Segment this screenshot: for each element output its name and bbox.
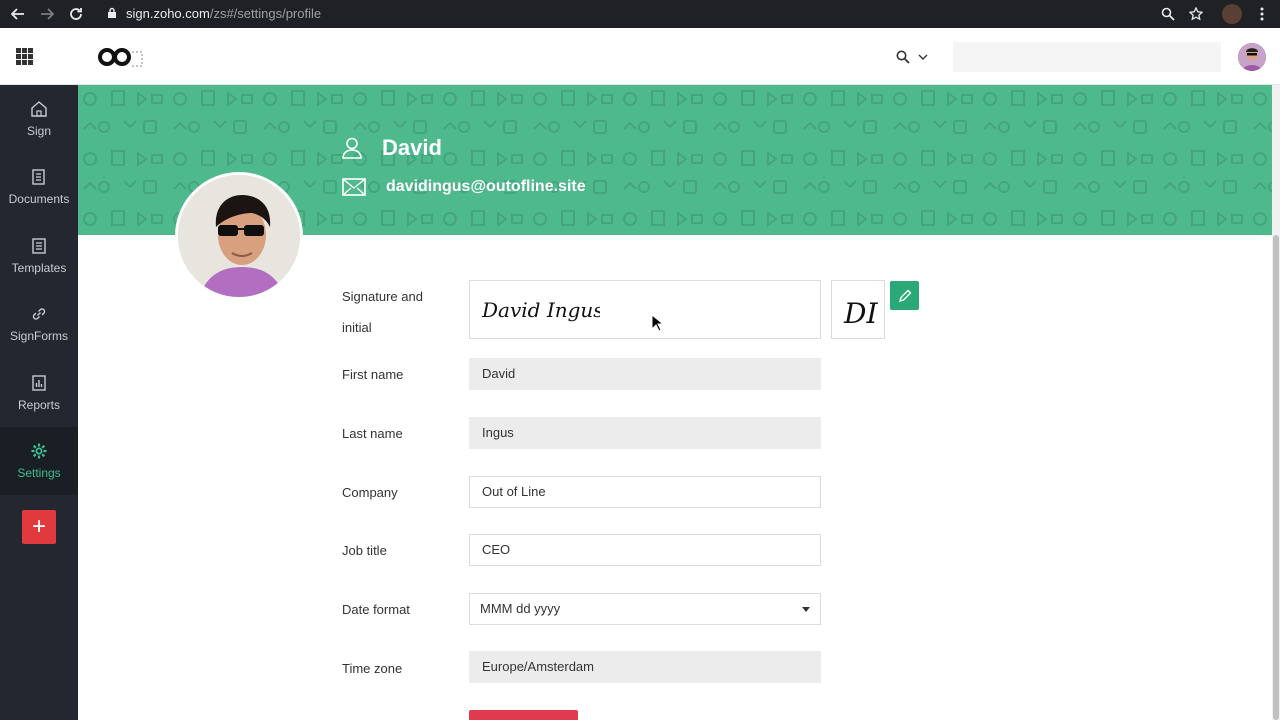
last-name-field: Ingus [469,417,821,449]
last-name-label: Last name [342,426,403,441]
sidebar-item-reports[interactable]: Reports [0,359,78,427]
app-header [0,28,1280,85]
forward-arrow-icon[interactable] [37,4,57,24]
zoom-icon[interactable] [1158,4,1178,24]
scrollbar-thumb[interactable] [1273,235,1279,720]
signature-drawing: David Ingus [481,298,600,322]
sidebar-item-label: SignForms [9,329,68,343]
sidebar-item-settings[interactable]: Settings [0,427,78,495]
more-vert-icon[interactable] [1252,4,1272,24]
link-icon [32,308,46,320]
app-root: sign.zoho.com/zs#/settings/profile Sign … [0,0,1280,720]
lock-icon [108,7,116,18]
apps-grid-icon[interactable] [16,48,33,65]
initial-drawing: DI [843,297,878,330]
sidebar-item-label: Sign [26,124,52,138]
sidebar-item-label: Templates [11,261,67,275]
reports-icon [32,375,46,391]
time-zone-field: Europe/Amsterdam [469,651,821,683]
gear-icon [31,443,47,459]
sidebar-item-templates[interactable]: Templates [0,222,78,290]
back-arrow-icon[interactable] [8,4,28,24]
user-icon [342,137,362,159]
company-label: Company [342,485,398,500]
sidebar-item-label: Reports [17,398,61,412]
sidebar: Sign Documents Templates SignForms Repor… [0,85,78,720]
mail-icon [342,178,366,196]
initial-box[interactable]: DI [831,280,885,339]
profile-avatar[interactable] [1222,4,1242,24]
signature-label: Signature and [342,289,423,304]
templates-icon [32,238,46,254]
page-scrollbar[interactable] [1272,85,1280,720]
documents-icon [32,169,45,185]
search-toggle[interactable] [896,46,936,68]
time-zone-label: Time zone [342,661,403,676]
profile-email-row: davidingus@outofline.site [342,178,586,196]
sidebar-item-signforms[interactable]: SignForms [0,290,78,358]
profile-email: davidingus@outofline.site [386,178,586,195]
user-avatar[interactable] [1238,43,1266,71]
initial-text: DI [843,297,878,330]
edit-signature-button[interactable] [890,281,919,310]
sidebar-item-sign[interactable]: Sign [0,85,78,153]
profile-photo[interactable] [175,172,303,300]
company-field[interactable]: Out of Line [469,476,821,508]
job-title-label: Job title [342,543,387,558]
url-path: /zs#/settings/profile [209,6,322,21]
date-format-value: MMM dd yyyy [480,601,561,616]
reload-icon[interactable] [66,4,86,24]
bookmark-star-icon[interactable] [1186,4,1206,24]
home-icon [31,101,47,117]
sidebar-item-label: Settings [17,466,61,480]
url-host: sign.zoho.com [126,6,210,21]
date-format-label: Date format [342,602,410,617]
address-bar[interactable]: sign.zoho.com/zs#/settings/profile [126,4,321,24]
sidebar-item-label: Documents [8,192,70,206]
profile-name-row: David [342,135,442,161]
zoho-sign-logo [98,48,143,67]
browser-toolbar: sign.zoho.com/zs#/settings/profile [0,0,1280,28]
chevron-down-icon [918,54,928,60]
job-title-field[interactable]: CEO [469,534,821,566]
save-button[interactable] [469,710,578,720]
first-name-label: First name [342,367,404,382]
date-format-select[interactable]: MMM dd yyyy [469,593,821,625]
pencil-icon [898,289,911,302]
caret-down-icon [802,607,810,612]
add-new-button[interactable]: + [22,510,56,544]
signature-label-line2: initial [342,320,372,335]
search-icon [896,50,910,64]
profile-name: David [382,135,442,160]
first-name-field: David [469,358,821,390]
signature-box[interactable]: David Ingus [469,280,821,339]
sidebar-item-documents[interactable]: Documents [0,153,78,221]
signature-text: David Ingus [481,298,600,322]
mouse-cursor-icon [651,314,663,332]
search-input[interactable] [953,42,1221,72]
